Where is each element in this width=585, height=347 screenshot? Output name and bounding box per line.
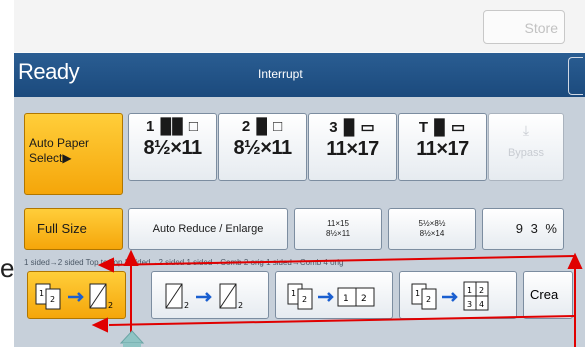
- tray-2-size: 8½×11: [233, 137, 292, 159]
- paper-tray-3-button[interactable]: 3 █ ▭ 11×17: [308, 113, 397, 181]
- combine-4-icon: 1 2 1 2 3 4: [411, 281, 489, 311]
- tray-1-size: 8½×11: [143, 137, 202, 159]
- paper-tray-t-button[interactable]: T █ ▭ 11×17: [398, 113, 487, 181]
- cropped-side-text: e: [0, 253, 15, 283]
- create-margin-button[interactable]: Crea: [523, 271, 573, 319]
- svg-text:1: 1: [415, 289, 420, 298]
- bypass-tray-icon: ⤓: [522, 122, 530, 138]
- duplex-1to2-button[interactable]: 1 2 2: [27, 271, 126, 319]
- duplex-1to2-icon: 1 2 2: [35, 283, 113, 310]
- status-message: Ready: [18, 59, 80, 84]
- svg-text:2: 2: [238, 301, 243, 310]
- svg-text:2: 2: [50, 295, 55, 304]
- ratio-preset-1-button[interactable]: 11×15 8½×11: [294, 208, 382, 250]
- full-size-button[interactable]: Full Size: [24, 208, 123, 250]
- combine-2-originals-button[interactable]: 1 2 1 2: [275, 271, 393, 319]
- combine-2-icon: 1 2 1 2: [287, 283, 375, 310]
- svg-text:1: 1: [343, 294, 349, 304]
- duplex-mode-caption: 1 sided→2 sided Top to Top 2 sided→2 sid…: [24, 258, 344, 267]
- ratio-preset-2-button[interactable]: 5½×8½ 8½×14: [388, 208, 476, 250]
- paper-tray-2-button[interactable]: 2 █ □ 8½×11: [218, 113, 307, 181]
- interrupt-label: Interrupt: [258, 67, 303, 81]
- svg-text:3: 3: [467, 300, 472, 309]
- tray-2-indicator: 2 █ □: [241, 118, 284, 135]
- bypass-tray-button[interactable]: ⤓ Bypass: [488, 113, 564, 181]
- status-bar: Ready Interrupt: [14, 53, 585, 97]
- zoom-ratio-button[interactable]: 9 3 %: [482, 208, 564, 250]
- tray-3-indicator: 3 █ ▭: [329, 119, 376, 136]
- svg-text:2: 2: [479, 286, 484, 295]
- status-side-tab[interactable]: [568, 57, 583, 95]
- auto-paper-select-button[interactable]: Auto Paper Select▶: [24, 113, 123, 195]
- paper-tray-1-button[interactable]: 1 ██ □ 8½×11: [128, 113, 217, 181]
- bypass-label: Bypass: [507, 147, 545, 159]
- combine-4-originals-button[interactable]: 1 2 1 2 3 4: [399, 271, 517, 319]
- svg-text:1: 1: [291, 289, 296, 298]
- svg-text:1: 1: [39, 289, 44, 298]
- tray-1-indicator: 1 ██ □: [146, 118, 199, 135]
- svg-text:2: 2: [302, 295, 307, 304]
- ratio-preset-1-from: 11×15: [327, 219, 349, 228]
- ratio-preset-2-from: 5½×8½: [418, 219, 446, 228]
- tray-3-size: 11×17: [326, 138, 379, 160]
- duplex-2to2-icon: 2 2: [165, 283, 243, 310]
- svg-text:4: 4: [479, 300, 484, 309]
- svg-text:2: 2: [361, 294, 367, 304]
- auto-reduce-enlarge-button[interactable]: Auto Reduce / Enlarge: [128, 208, 288, 250]
- tray-t-indicator: T █ ▭: [418, 119, 467, 136]
- ratio-preset-1-to: 8½×11: [325, 229, 351, 238]
- ratio-preset-2-to: 8½×14: [419, 229, 445, 238]
- svg-text:2: 2: [108, 301, 113, 310]
- svg-text:2: 2: [184, 301, 189, 310]
- tray-t-size: 11×17: [416, 138, 469, 160]
- store-file-button[interactable]: Store: [483, 10, 565, 44]
- duplex-2to2-button[interactable]: 2 2: [151, 271, 269, 319]
- svg-text:2: 2: [426, 295, 431, 304]
- svg-text:1: 1: [467, 286, 472, 295]
